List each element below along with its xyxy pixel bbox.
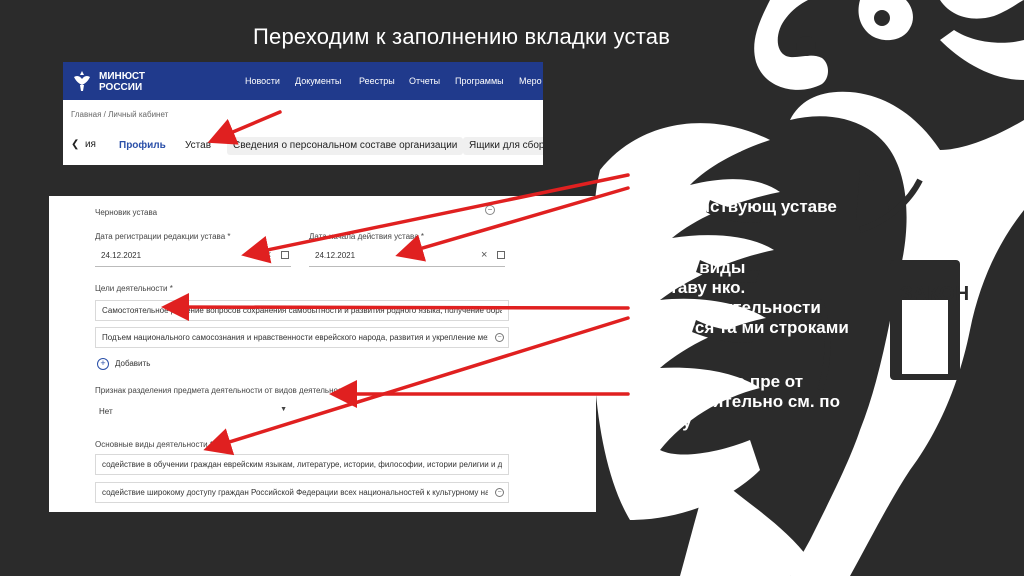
activity-field-2[interactable]: содействие широкому доступу граждан Росс…	[95, 482, 509, 503]
calendar-icon[interactable]	[497, 251, 505, 259]
breadcrumb[interactable]: Главная / Личный кабинет	[71, 110, 168, 119]
ustav-form-screenshot: Черновик устава − Дата регистрации редак…	[49, 196, 596, 512]
text-line: о уставу нко.	[636, 278, 746, 297]
calendar-icon[interactable]	[281, 251, 289, 259]
text-line: Каждая деятельности	[636, 298, 821, 317]
text-line: видов деятельно см. по	[636, 392, 840, 411]
clear-icon[interactable]: ×	[265, 249, 271, 261]
draft-label: Черновик устава	[95, 208, 158, 217]
clear-icon[interactable]: ×	[481, 249, 487, 261]
nav-programs[interactable]: Программы	[455, 76, 504, 86]
nav-events[interactable]: Меро	[519, 76, 542, 86]
tab-mailboxes[interactable]: Ящики для сбор	[463, 137, 543, 155]
text-line: устава о	[636, 157, 708, 176]
remove-circle-icon[interactable]: −	[495, 333, 504, 342]
start-date-value: 24.12.2021	[315, 251, 356, 260]
portal-navbar: МИНЮСТ РОССИИ Новости Документы Реестры …	[63, 62, 543, 100]
logo-line-2: РОССИИ	[99, 82, 143, 93]
portal-header-screenshot: МИНЮСТ РОССИИ Новости Документы Реестры …	[63, 62, 543, 165]
goal-value-1: Самостоятельное решение вопросов сохране…	[102, 306, 502, 315]
nav-news[interactable]: Новости	[245, 76, 280, 86]
sign-select[interactable]: Нет ▼	[97, 402, 289, 422]
text-block-sign: При ак разде пре от видов деятельно см. …	[636, 372, 1006, 432]
text-line: Цели и виды	[636, 258, 746, 277]
tab-back-label: ия	[84, 139, 96, 150]
tab-ustav[interactable]: Устав	[181, 137, 215, 155]
reg-date-label: Дата регистрации редакции устава *	[95, 232, 231, 241]
text-line: При ак разде пре от	[636, 372, 804, 391]
text-line: вносится та ми строками	[636, 318, 849, 337]
activities-label: Основные виды деятельности *	[95, 440, 213, 449]
ministry-logo-text[interactable]: МИНЮСТ РОССИИ	[99, 71, 159, 93]
activity-field-1[interactable]: содействие в обучении граждан еврейским …	[95, 454, 509, 475]
caret-down-icon: ▼	[280, 406, 287, 413]
nav-reports[interactable]: Отчеты	[409, 76, 440, 86]
chevron-left-icon: ❮	[71, 139, 80, 150]
logo-line-1: МИНЮСТ	[99, 71, 146, 82]
reg-date-value: 24.12.2021	[101, 251, 142, 260]
text-block-dates: Да ации ус и устава о иси Е сведе ейству…	[636, 137, 1006, 217]
reg-date-field[interactable]: 24.12.2021 ×	[95, 246, 291, 267]
text-line: Да ации ус и	[636, 137, 742, 156]
goal-field-2[interactable]: Подъем национального самосознания и нрав…	[95, 327, 509, 348]
nav-registries[interactable]: Реестры	[359, 76, 395, 86]
text-line: сведе ействующ уставе	[636, 197, 837, 216]
goal-field-1[interactable]: Самостоятельное решение вопросов сохране…	[95, 300, 509, 321]
tab-personnel[interactable]: Сведения о персональном составе организа…	[227, 137, 464, 155]
eagle-emblem-icon[interactable]	[71, 69, 93, 93]
start-date-field[interactable]: 24.12.2021 ×	[309, 246, 505, 267]
text-line: уставу	[636, 412, 692, 431]
minus-circle-icon[interactable]: −	[485, 205, 495, 215]
start-date-label: Дата начала действия устава *	[309, 232, 424, 241]
text-line: иси Е	[636, 177, 683, 196]
add-goal-button[interactable]: + Добавить	[97, 358, 150, 370]
text-block-goals: Цели и виды о уставу нко. Каждая деятель…	[636, 258, 1006, 338]
goal-value-2: Подъем национального самосознания и нрав…	[102, 333, 488, 342]
sign-select-value: Нет	[99, 407, 113, 416]
plus-circle-icon: +	[97, 358, 109, 370]
tab-profile[interactable]: Профиль	[115, 137, 170, 155]
goals-label: Цели деятельности *	[95, 284, 173, 293]
tab-back[interactable]: ❮ ия	[71, 139, 96, 150]
remove-circle-icon[interactable]: −	[495, 488, 504, 497]
nav-documents[interactable]: Документы	[295, 76, 341, 86]
sign-label: Признак разделения предмета деятельности…	[95, 386, 356, 395]
tab-bar: ❮ ия Профиль Устав Сведения о персональн…	[63, 132, 543, 160]
activity-value-1: содействие в обучении граждан еврейским …	[102, 460, 502, 469]
add-label: Добавить	[115, 359, 151, 369]
activity-value-2: содействие широкому доступу граждан Росс…	[102, 488, 488, 497]
slide-title: Переходим к заполнению вкладки устав	[253, 24, 671, 49]
